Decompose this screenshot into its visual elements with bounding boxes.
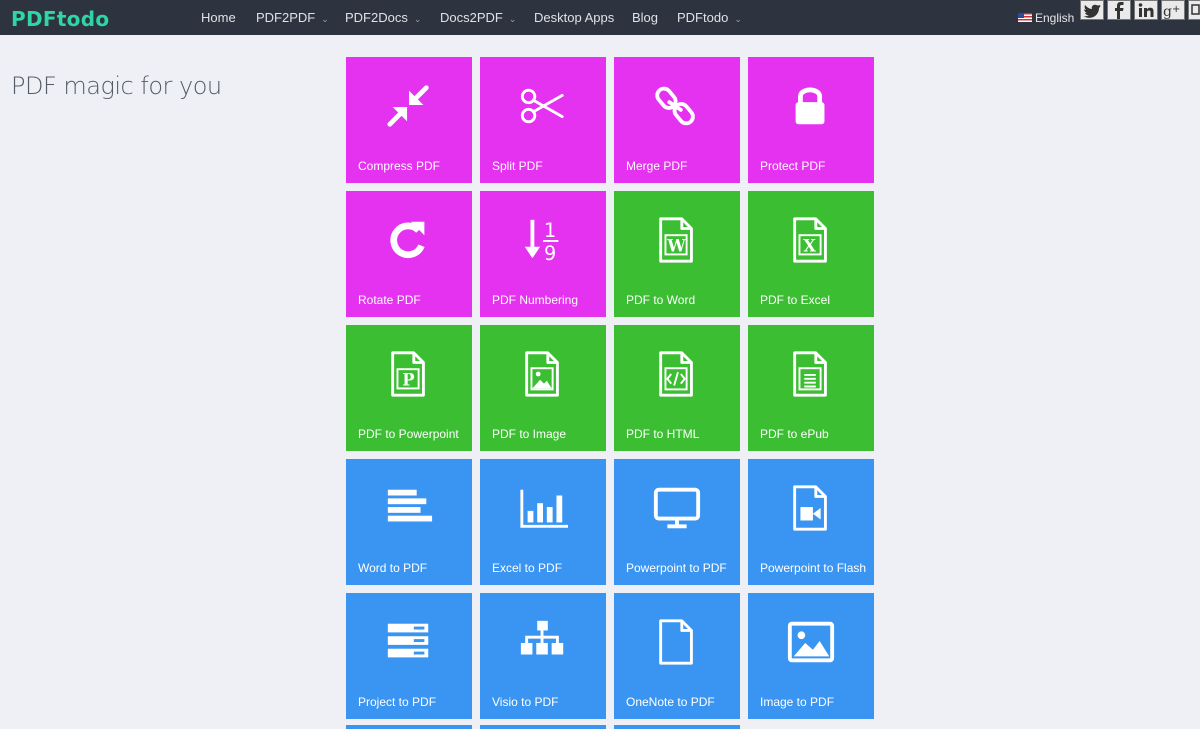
rotate-icon — [384, 215, 434, 265]
tool-tile-rotate-pdf[interactable]: Rotate PDF — [346, 191, 472, 317]
next-row-tile-2 — [480, 725, 606, 729]
top-navigation-bar: PDFtodo Home PDF2PDF ⌄ PDF2Docs ⌄ Docs2PDF… — [0, 0, 1200, 35]
tool-tile-label: Protect PDF — [760, 159, 826, 173]
tool-tile-merge-pdf[interactable]: Merge PDF — [614, 57, 740, 183]
svg-text:+: + — [1172, 4, 1180, 15]
tool-tile-label: Compress PDF — [358, 159, 441, 173]
tool-tile-pdf-to-word[interactable]: W PDF to Word — [614, 191, 740, 317]
tool-tile-label: OneNote to PDF — [626, 695, 715, 709]
facebook-icon[interactable] — [1107, 0, 1131, 20]
link-icon — [652, 81, 702, 131]
tool-tile-label: Excel to PDF — [492, 561, 563, 575]
tool-tile-label: Rotate PDF — [358, 293, 421, 307]
nav-pdftodo[interactable]: PDFtodo ⌄ — [677, 10, 742, 25]
tool-tile-powerpoint-to-flash[interactable]: Powerpoint to Flash — [748, 459, 874, 585]
tool-tile-label: Visio to PDF — [492, 695, 559, 709]
tool-tile-pdf-to-excel[interactable]: X PDF to Excel — [748, 191, 874, 317]
nav-docs2pdf-label: Docs2PDF — [440, 10, 503, 25]
nav-pdf2docs[interactable]: PDF2Docs ⌄ — [345, 10, 421, 25]
picture-icon — [786, 617, 836, 667]
language-label: English — [1035, 11, 1075, 25]
nav-pdf2docs-label: PDF2Docs — [345, 10, 408, 25]
chevron-down-icon: ⌄ — [734, 14, 742, 24]
site-logo[interactable]: PDFtodo — [11, 7, 109, 31]
tool-tile-label: PDF to Image — [492, 427, 567, 441]
twitter-icon[interactable] — [1080, 0, 1104, 20]
page-tagline: PDF magic for you — [11, 72, 222, 100]
tool-tile-word-to-pdf[interactable]: Word to PDF — [346, 459, 472, 585]
lock-icon — [786, 81, 836, 131]
tool-tile-label: Split PDF — [492, 159, 543, 173]
powerpoint-file-icon: P — [384, 349, 434, 399]
nav-blog[interactable]: Blog — [632, 10, 658, 25]
code-file-icon — [652, 349, 702, 399]
svg-text:X: X — [803, 237, 816, 256]
share-icon[interactable] — [1188, 0, 1200, 20]
tool-tile-protect-pdf[interactable]: Protect PDF — [748, 57, 874, 183]
tool-tile-onenote-to-pdf[interactable]: OneNote to PDF — [614, 593, 740, 719]
tool-tile-pdf-to-image[interactable]: PDF to Image — [480, 325, 606, 451]
chevron-down-icon: ⌄ — [321, 14, 329, 24]
tool-tile-label: Image to PDF — [760, 695, 835, 709]
tool-tile-label: PDF to Excel — [760, 293, 831, 307]
nav-home[interactable]: Home — [201, 10, 236, 25]
tool-tile-visio-to-pdf[interactable]: Visio to PDF — [480, 593, 606, 719]
next-row-tile-1 — [346, 725, 472, 729]
text-file-icon — [786, 349, 836, 399]
tool-tile-label: PDF to Powerpoint — [358, 427, 459, 441]
nav-docs2pdf[interactable]: Docs2PDF ⌄ — [440, 10, 516, 25]
sitemap-icon — [518, 617, 568, 667]
tool-tile-project-to-pdf[interactable]: Project to PDF — [346, 593, 472, 719]
tool-tile-label: PDF to Word — [626, 293, 696, 307]
tool-tile-label: Powerpoint to Flash — [760, 561, 867, 575]
numbering-icon: 1 9 — [518, 215, 568, 265]
tool-tile-pdf-to-html[interactable]: PDF to HTML — [614, 325, 740, 451]
svg-text:g: g — [1163, 4, 1172, 19]
image-file-icon — [518, 349, 568, 399]
monitor-icon — [652, 483, 702, 533]
compress-icon — [384, 81, 434, 131]
svg-text:P: P — [402, 371, 414, 390]
chevron-down-icon: ⌄ — [413, 14, 422, 24]
excel-file-icon: X — [786, 215, 836, 265]
tool-tile-excel-to-pdf[interactable]: Excel to PDF — [480, 459, 606, 585]
video-file-icon — [786, 483, 836, 533]
tool-tile-split-pdf[interactable]: Split PDF — [480, 57, 606, 183]
googleplus-icon[interactable]: g + — [1161, 0, 1185, 20]
tool-tile-compress-pdf[interactable]: Compress PDF — [346, 57, 472, 183]
tool-tile-image-to-pdf[interactable]: Image to PDF — [748, 593, 874, 719]
tool-tile-label: Powerpoint to PDF — [626, 561, 727, 575]
tool-tile-label: PDF to ePub — [760, 427, 829, 441]
tool-tile-label: Word to PDF — [358, 561, 428, 575]
nav-desktop-apps[interactable]: Desktop Apps — [534, 10, 614, 25]
tool-tile-pdf-to-powerpoint[interactable]: P PDF to Powerpoint — [346, 325, 472, 451]
tool-tile-label: Merge PDF — [626, 159, 688, 173]
nav-pdf2pdf[interactable]: PDF2PDF ⌄ — [256, 10, 329, 25]
nav-pdf2pdf-label: PDF2PDF — [256, 10, 316, 25]
nav-blog-label: Blog — [632, 10, 659, 25]
tool-tile-label: PDF Numbering — [492, 293, 579, 307]
tool-tile-pdf-to-epub[interactable]: PDF to ePub — [748, 325, 874, 451]
nav-home-label: Home — [201, 10, 236, 25]
next-row-tile-3 — [614, 725, 740, 729]
tool-tile-pdf-numbering[interactable]: 1 9 PDF Numbering — [480, 191, 606, 317]
align-left-icon — [384, 483, 434, 533]
bar-chart-icon — [518, 483, 568, 533]
nav-pdftodo-label: PDFtodo — [677, 10, 729, 25]
svg-text:9: 9 — [544, 242, 556, 265]
us-flag-icon — [1018, 13, 1032, 22]
tool-tile-label: Project to PDF — [358, 695, 437, 709]
scissors-icon — [518, 81, 568, 131]
nav-desktop-apps-label: Desktop Apps — [534, 10, 615, 25]
word-file-icon: W — [652, 215, 702, 265]
linkedin-icon[interactable] — [1134, 0, 1158, 20]
blank-file-icon — [652, 617, 702, 667]
svg-text:W: W — [666, 237, 686, 256]
tool-tile-powerpoint-to-pdf[interactable]: Powerpoint to PDF — [614, 459, 740, 585]
chevron-down-icon: ⌄ — [508, 14, 517, 24]
server-icon — [384, 617, 434, 667]
svg-text:1: 1 — [544, 219, 556, 242]
tool-tile-label: PDF to HTML — [626, 427, 700, 441]
language-selector[interactable]: English — [1018, 11, 1074, 25]
